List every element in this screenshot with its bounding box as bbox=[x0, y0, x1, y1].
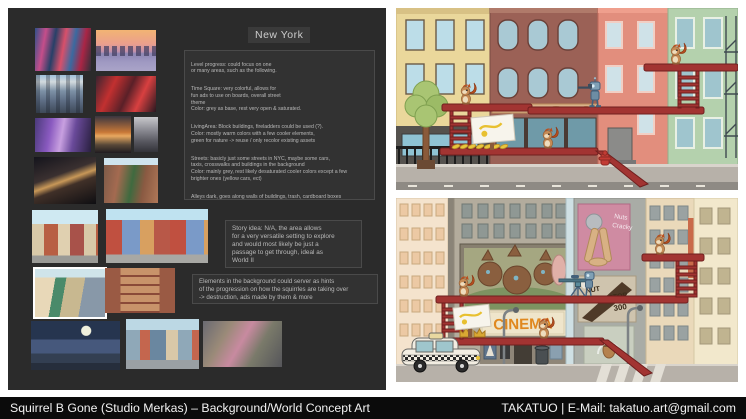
times-square-scene: CINEMA Nuts Cracky bbox=[396, 198, 738, 382]
concept-art-living-area bbox=[396, 8, 738, 190]
living-area-scene bbox=[396, 8, 738, 190]
salmon-building bbox=[598, 8, 668, 166]
concept-board-panel: New York Level progress: could focus on … bbox=[8, 8, 386, 390]
note-time-square: Time Square: very colorful, allows for f… bbox=[191, 86, 368, 112]
note-alleys: Alleys dark, goes along walls of buildin… bbox=[191, 194, 368, 200]
area-notes-block: Level progress: could focus on one or ma… bbox=[184, 50, 375, 200]
cream-building-far-right bbox=[694, 198, 738, 366]
photo-times-square-2 bbox=[36, 75, 83, 113]
concept-art-times-square: CINEMA Nuts Cracky bbox=[396, 198, 738, 382]
street bbox=[396, 364, 738, 382]
poster-nut-cracky: Nuts Cracky bbox=[578, 204, 633, 270]
note-streets: Streets: basicly just some streets in NY… bbox=[191, 156, 368, 182]
background-elements-note: Elements in the background could server … bbox=[192, 274, 378, 304]
page-title: New York bbox=[248, 27, 310, 43]
note-level-progress: Level progress: could focus on one or ma… bbox=[191, 62, 368, 75]
ref-cartoon-day-street bbox=[126, 319, 199, 369]
street bbox=[396, 164, 738, 190]
footer-project-title: Squirrel B Gone (Studio Merkas) – Backgr… bbox=[10, 401, 370, 415]
ref-cartoon-stoop bbox=[105, 268, 175, 313]
trash-can bbox=[535, 346, 549, 364]
ref-cartoon-alley-junk bbox=[203, 321, 282, 367]
ref-cartoon-night-street bbox=[31, 321, 120, 370]
photo-purple-street bbox=[35, 118, 91, 152]
photo-skyline-sunset bbox=[96, 30, 156, 71]
story-idea-note: Story idea: N/A, the area allows for a v… bbox=[225, 220, 362, 268]
photo-brownstone-street bbox=[104, 158, 158, 203]
ref-cartoon-street-corner bbox=[33, 267, 107, 319]
footer-artist-contact: TAKATUO | E-Mail: takatuo.art@gmail.com bbox=[501, 401, 736, 415]
photo-times-square-red bbox=[96, 76, 156, 112]
photo-times-square-1 bbox=[35, 28, 91, 71]
ref-cartoon-rowhouses bbox=[106, 209, 208, 263]
ref-cartoon-city bbox=[32, 210, 98, 263]
photo-alley-warm bbox=[95, 116, 131, 153]
photo-street-narrow bbox=[134, 117, 158, 152]
footer-bar: Squirrel B Gone (Studio Merkas) – Backgr… bbox=[0, 397, 746, 419]
photo-alley-night bbox=[34, 157, 96, 204]
note-living-area: LivingArea: Block buildings, fireladders… bbox=[191, 124, 368, 144]
